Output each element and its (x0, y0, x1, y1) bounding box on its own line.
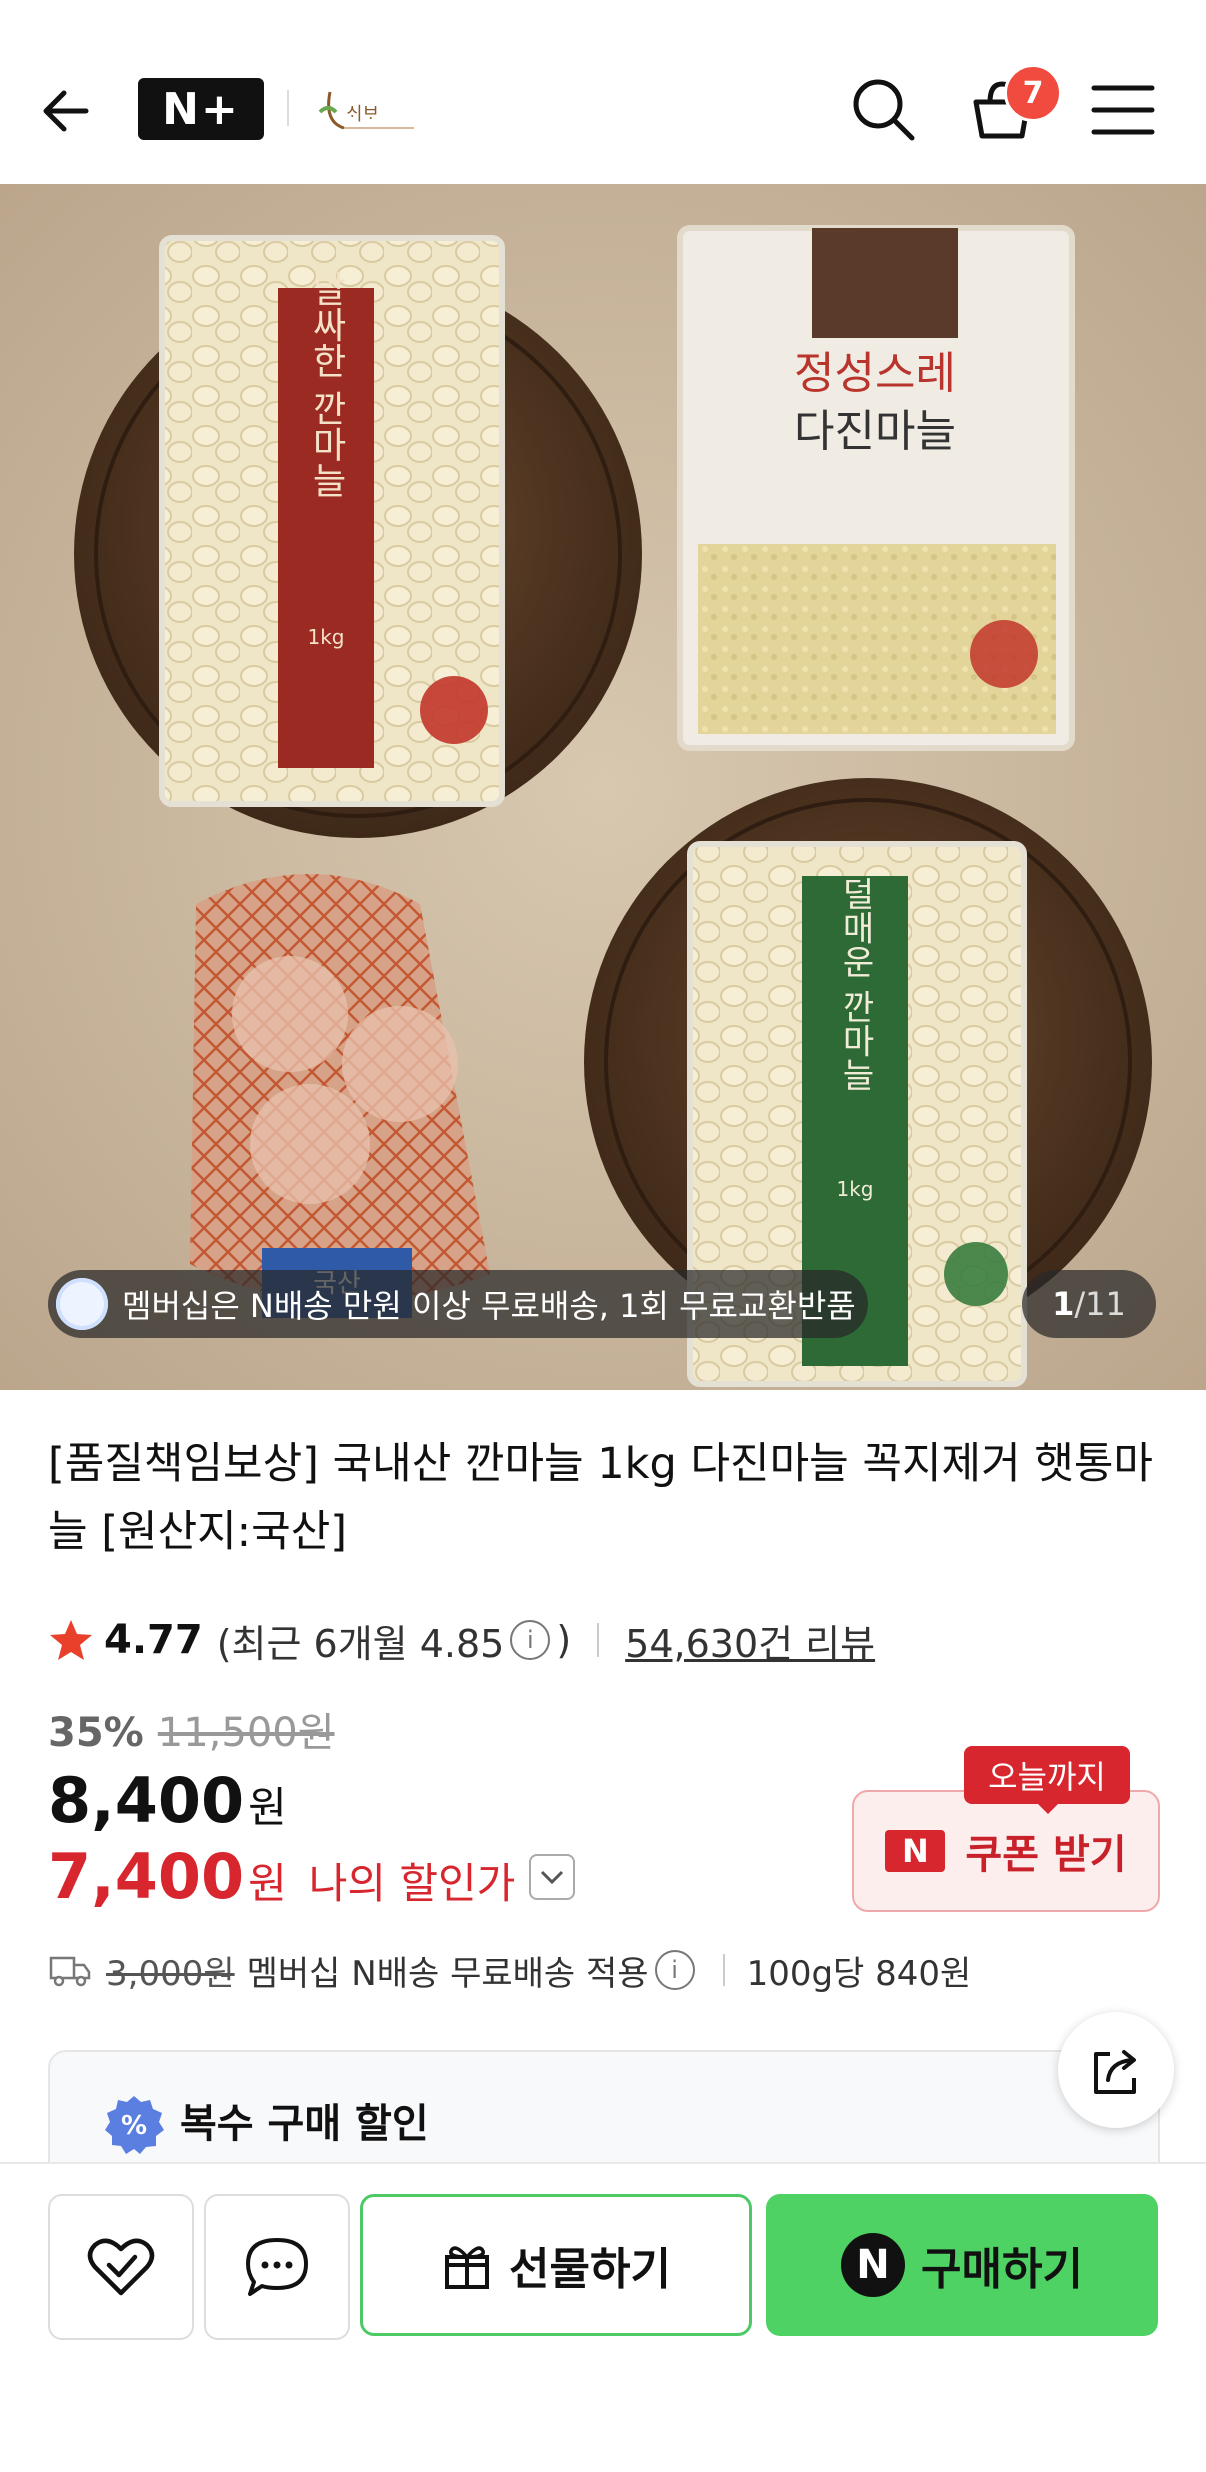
divider (597, 1623, 600, 1657)
review-count-link[interactable]: 54,630건 리뷰 (625, 1613, 875, 1668)
naver-n-icon: N (885, 1830, 946, 1872)
coupon-download-button[interactable]: N 쿠폰 받기 (852, 1790, 1160, 1912)
gift-button-label: 선물하기 (509, 2244, 671, 2295)
multi-discount-label: 복수 구매 할인 (180, 2101, 429, 2147)
heart-check-icon (87, 2238, 155, 2296)
nplus-logo[interactable]: N+ (138, 78, 264, 140)
gift-icon (445, 2246, 490, 2289)
menu-button[interactable] (1088, 80, 1158, 140)
svg-text:덜매운 깐마늘: 덜매운 깐마늘 (835, 877, 875, 1092)
my-discount-price[interactable]: 7,400 원 나의 할인가 (48, 1840, 576, 1913)
header-divider (287, 90, 289, 126)
membership-icon (56, 1278, 108, 1330)
brand-logo-icon: ᄉᆡᄇᆞ (318, 91, 414, 130)
coupon-button-label: 쿠폰 받기 (965, 1832, 1127, 1878)
shipping-fee: 3,000원 (106, 1953, 235, 1994)
share-button[interactable] (1058, 2012, 1174, 2128)
my-price-value: 7,400 (48, 1840, 245, 1913)
sale-price: 8,400 원 (48, 1764, 287, 1837)
svg-text:다진마늘: 다진마늘 (794, 406, 956, 457)
arrow-left-icon (43, 90, 89, 132)
chat-bubble-icon (246, 2238, 308, 2296)
buy-now-button[interactable]: N 구매하기 (766, 2194, 1158, 2336)
star-icon (50, 1620, 92, 1660)
search-button[interactable] (848, 74, 918, 144)
info-icon[interactable]: i (654, 1950, 695, 1990)
shipping-text: 멤버십 N배송 무료배송 적용 (246, 1953, 649, 1994)
buy-button-label: 구매하기 (921, 2244, 1083, 2295)
talktalk-chat-button[interactable] (204, 2194, 350, 2340)
discount-row: 35% 11,500원 (48, 1700, 335, 1758)
svg-text:ᄉᆡᄇᆞ: ᄉᆡᄇᆞ (346, 104, 379, 125)
badge-tail (1036, 1802, 1060, 1814)
total-image-count: /11 (1074, 1285, 1126, 1323)
sale-price-value: 8,400 (48, 1764, 245, 1837)
recent-rating-close: ) (556, 1618, 572, 1662)
gift-button[interactable]: 선물하기 (360, 2194, 752, 2336)
product-title: [품질책임보상] 국내산 깐마늘 1kg 다진마늘 꼭지제거 햇통마늘 [원산지… (48, 1439, 1153, 1557)
truck-icon (49, 1956, 91, 1987)
search-icon (853, 79, 915, 141)
rating-score: 4.77 (104, 1617, 203, 1663)
svg-text:%: % (121, 2111, 147, 2141)
cart-count-badge: 7 (1004, 64, 1062, 122)
image-counter: 1/11 (1022, 1270, 1156, 1338)
membership-promo-pill[interactable]: 멤버십은 N배송 만원 이상 무료배송, 1회 무료교환반품 (48, 1270, 868, 1338)
hamburger-menu-icon (1091, 85, 1155, 135)
svg-text:1kg: 1kg (307, 625, 344, 649)
coupon-deadline-badge: 오늘까지 (964, 1746, 1130, 1804)
my-price-label: 나의 할인가 (308, 1859, 516, 1908)
percent-badge-icon: % (105, 2096, 164, 2154)
brand-logo[interactable]: ᄉᆡᄇᆞ (310, 72, 422, 146)
share-icon (1094, 2050, 1136, 2094)
naver-pay-n-icon: N (841, 2233, 906, 2297)
discount-percent: 35% (48, 1710, 144, 1756)
svg-text:알싸한 깐마늘: 알싸한 깐마늘 (306, 270, 347, 497)
wishlist-button[interactable] (48, 2194, 194, 2340)
divider (722, 1954, 725, 1986)
original-price: 11,500원 (157, 1710, 335, 1756)
product-image-carousel[interactable]: 알싸한 깐마늘 1kg 정성스레 다진마늘 국산 덜매운 깐마늘 1kg (0, 184, 1206, 1390)
sale-price-unit: 원 (248, 1783, 287, 1832)
unit-price: 100g당 840원 (746, 1953, 972, 1994)
product-photo: 알싸한 깐마늘 1kg 정성스레 다진마늘 국산 덜매운 깐마늘 1kg (0, 184, 1206, 1390)
current-image-index: 1 (1052, 1285, 1075, 1323)
svg-text:1kg: 1kg (836, 1177, 873, 1201)
promo-text: 멤버십은 N배송 만원 이상 무료배송, 1회 무료교환반품 (122, 1287, 856, 1325)
shipping-row: 3,000원 멤버십 N배송 무료배송 적용 i 100g당 840원 (48, 1946, 971, 1994)
svg-text:정성스레: 정성스레 (794, 348, 956, 399)
info-icon[interactable]: i (510, 1620, 551, 1660)
back-button[interactable] (36, 76, 106, 146)
my-price-unit: 원 (248, 1859, 287, 1908)
chevron-down-icon[interactable] (529, 1853, 576, 1900)
rating-row: 4.77 (최근 6개월 4.85 i ) 54,630건 리뷰 (48, 1612, 875, 1668)
recent-rating: (최근 6개월 4.85 (216, 1621, 505, 1666)
